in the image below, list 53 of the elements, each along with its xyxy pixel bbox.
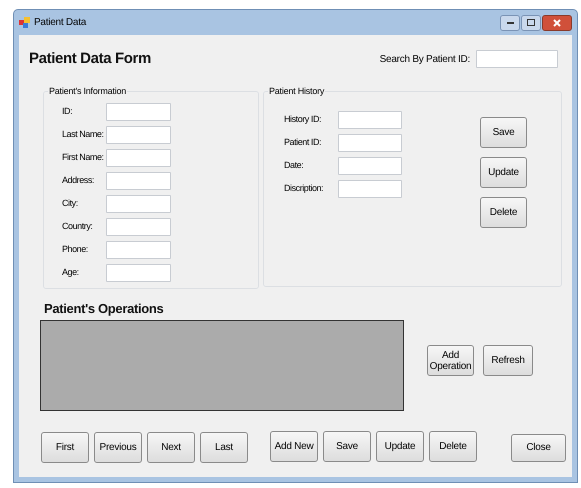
form-heading: Patient Data Form [29, 48, 151, 69]
field-label: Last Name: [62, 128, 105, 141]
record-button[interactable]: Save [323, 431, 371, 462]
history-button[interactable]: Delete [480, 196, 527, 228]
search-label: Search By Patient ID: [380, 52, 470, 66]
search-field[interactable] [476, 50, 558, 68]
field-label: History ID: [284, 112, 322, 126]
text-field[interactable] [106, 240, 171, 258]
operations-heading: Patient's Operations [44, 301, 164, 317]
close-icon [553, 18, 561, 26]
maximize-button[interactable] [521, 14, 541, 30]
text-field[interactable] [338, 134, 402, 152]
field-label: City: [62, 196, 79, 210]
record-button[interactable]: Add New [270, 431, 318, 462]
group-title: Patient's Information [48, 85, 128, 98]
field-label: Phone: [62, 242, 89, 256]
text-field[interactable] [338, 180, 402, 198]
text-field[interactable] [106, 194, 171, 212]
text-field[interactable] [106, 172, 171, 190]
group-title: Patient History [268, 85, 326, 98]
text-field[interactable] [106, 218, 171, 236]
record-button[interactable]: Delete [429, 431, 477, 462]
navigation-button[interactable]: First [41, 432, 89, 463]
field-label: Date: [284, 158, 304, 172]
field-label: Country: [62, 220, 94, 233]
navigation-button[interactable]: Last [200, 432, 248, 463]
navigation-button[interactable]: Next [147, 432, 195, 463]
history-button[interactable]: Save [480, 116, 527, 148]
field-label: Age: [62, 266, 80, 279]
text-field[interactable] [338, 156, 402, 174]
app-icon [19, 17, 30, 28]
text-field[interactable] [106, 264, 171, 282]
minimize-icon [506, 21, 514, 24]
field-label: Address: [62, 174, 95, 187]
field-label: ID: [62, 104, 74, 118]
operations-button[interactable]: Add Operation [427, 345, 474, 376]
field-label: Discription: [284, 182, 324, 195]
navigation-button[interactable]: Previous [94, 432, 142, 463]
history-button[interactable]: Update [480, 156, 527, 188]
close-window-button[interactable] [542, 14, 572, 30]
field-label: First Name: [62, 150, 105, 164]
operations-grid[interactable] [40, 320, 404, 411]
record-button[interactable]: Update [376, 431, 424, 462]
operations-button[interactable]: Refresh [483, 345, 533, 376]
text-field[interactable] [106, 126, 171, 144]
maximize-icon [527, 19, 535, 26]
text-field[interactable] [106, 102, 171, 120]
close-button[interactable]: Close [511, 434, 566, 462]
text-field[interactable] [338, 110, 402, 128]
field-label: Patient ID: [284, 136, 322, 149]
minimize-button[interactable] [500, 14, 520, 30]
text-field[interactable] [106, 148, 171, 166]
window-title: Patient Data [34, 16, 86, 30]
